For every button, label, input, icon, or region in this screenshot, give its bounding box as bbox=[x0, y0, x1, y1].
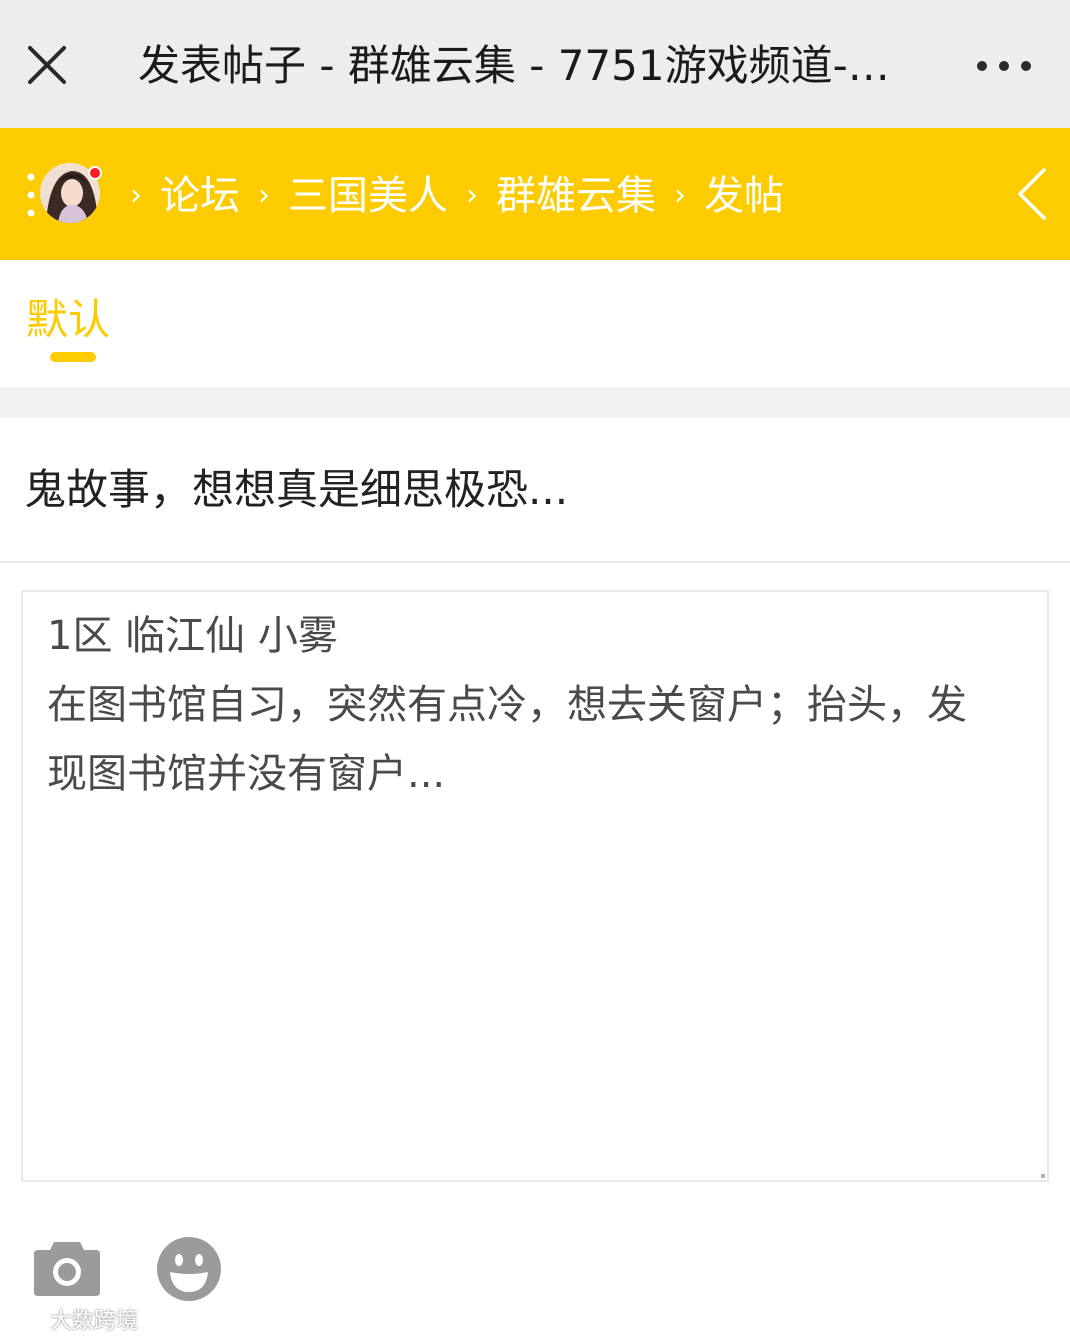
chevron-left-icon bbox=[1018, 168, 1046, 220]
watermark: 大数跨境 bbox=[8, 1304, 138, 1334]
breadcrumb-item-forum[interactable]: 论坛 bbox=[160, 166, 240, 226]
close-button[interactable] bbox=[24, 42, 70, 88]
content-text: 1区 临江仙 小雾 在图书馆自习，突然有点冷，想去关窗户；抬头，发现图书馆并没有… bbox=[47, 602, 997, 809]
section-divider bbox=[0, 387, 1070, 418]
watermark-text: 大数跨境 bbox=[50, 1309, 139, 1334]
tab-default[interactable]: 默认 bbox=[26, 290, 110, 350]
back-button[interactable] bbox=[1012, 166, 1052, 222]
breadcrumb-item-game[interactable]: 三国美人 bbox=[288, 166, 448, 226]
breadcrumb-separator: › bbox=[130, 178, 142, 213]
smiley-icon bbox=[157, 1237, 221, 1301]
more-button[interactable] bbox=[974, 52, 1034, 80]
watermark-logo bbox=[10, 1311, 49, 1329]
content-line: 1区 临江仙 小雾 bbox=[47, 613, 338, 659]
more-dots-icon bbox=[977, 61, 1031, 71]
content-textarea[interactable]: 1区 临江仙 小雾 在图书馆自习，突然有点冷，想去关窗户；抬头，发现图书馆并没有… bbox=[21, 590, 1049, 1182]
content-line: 在图书馆自习，突然有点冷，想去关窗户；抬头，发现图书馆并没有窗户... bbox=[47, 682, 967, 797]
camera-button[interactable] bbox=[32, 1236, 102, 1298]
camera-icon bbox=[34, 1242, 100, 1296]
tab-active-indicator bbox=[50, 352, 96, 362]
resize-handle[interactable] bbox=[1041, 1174, 1045, 1178]
emoji-button[interactable] bbox=[156, 1236, 222, 1302]
notification-dot bbox=[88, 166, 102, 180]
breadcrumb-separator: › bbox=[466, 178, 478, 213]
breadcrumb-item-post: 发帖 bbox=[704, 173, 784, 219]
subject-input[interactable]: 鬼故事，想想真是细思极恐... bbox=[24, 460, 1044, 520]
menu-dots-icon[interactable] bbox=[26, 172, 36, 218]
breadcrumb-separator: › bbox=[258, 178, 270, 213]
subject-underline bbox=[0, 561, 1070, 563]
breadcrumb-separator: › bbox=[674, 178, 686, 213]
close-icon bbox=[28, 46, 66, 84]
page-title: 发表帖子 - 群雄云集 - 7751游戏频道-三国美人 bbox=[138, 41, 928, 90]
breadcrumb-item-board[interactable]: 群雄云集 bbox=[496, 166, 656, 226]
tab-bar bbox=[0, 260, 1070, 387]
breadcrumb: › 论坛 › 三国美人 › 群雄云集 › 发帖 bbox=[112, 166, 784, 226]
